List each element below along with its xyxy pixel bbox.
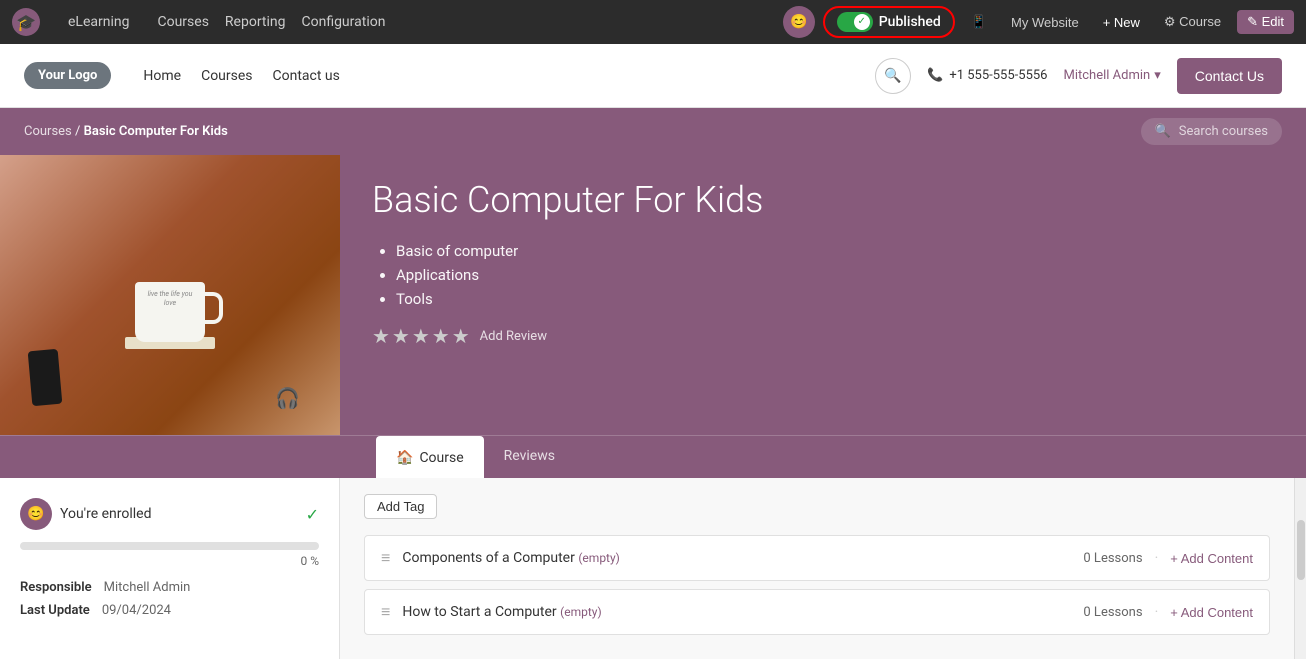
cup-text: live the life you love: [143, 290, 198, 308]
course-body: 😊 You're enrolled ✓ 0 % Responsible Mitc…: [0, 478, 1306, 659]
last-update-row: Last Update 09/04/2024: [20, 603, 319, 618]
progress-bar-bg: [20, 542, 319, 550]
site-nav: Home Courses Contact us: [143, 68, 339, 84]
last-update-label: Last Update: [20, 603, 90, 618]
nav-home[interactable]: Home: [143, 68, 181, 84]
search-placeholder: Search courses: [1179, 124, 1268, 139]
website-header: Your Logo Home Courses Contact us 🔍 📞 +1…: [0, 44, 1306, 108]
new-btn[interactable]: + New: [1095, 11, 1148, 34]
logo-text: Your Logo: [38, 68, 97, 83]
edit-btn[interactable]: ✎ Edit: [1237, 10, 1294, 34]
mobile-view-btn[interactable]: 📱: [963, 10, 995, 34]
phone-number: +1 555-555-5556: [949, 68, 1047, 83]
bullet-1: Basic of computer: [396, 242, 1274, 260]
lesson-count-2: 0 Lessons: [1083, 605, 1142, 620]
app-name[interactable]: eLearning: [56, 0, 141, 44]
admin-nav-reporting[interactable]: Reporting: [225, 14, 286, 30]
add-content-button-1[interactable]: + Add Content: [1170, 551, 1253, 566]
responsible-row: Responsible Mitchell Admin: [20, 580, 319, 595]
drag-handle-icon[interactable]: ≡: [381, 602, 390, 622]
bullet-2: Applications: [396, 266, 1274, 284]
coffee-cup: live the life you love: [135, 282, 205, 342]
app-logo-icon: 🎓: [12, 8, 40, 36]
username: Mitchell Admin: [1063, 68, 1150, 83]
table-row: ≡ Components of a Computer (empty) 0 Les…: [364, 535, 1270, 581]
check-icon: ✓: [306, 505, 319, 524]
content-area: live the life you love 🎧 Basic Computer …: [0, 155, 1306, 659]
phone-icon: 📞: [927, 68, 943, 83]
separator-2: ·: [1155, 604, 1159, 620]
dropdown-arrow: ▾: [1154, 68, 1161, 83]
admin-bar: 🎓 eLearning Courses Reporting Configurat…: [0, 0, 1306, 44]
breadcrumb-parent[interactable]: Courses: [24, 124, 72, 139]
scrollbar-thumb[interactable]: [1297, 520, 1305, 580]
admin-nav-configuration[interactable]: Configuration: [301, 14, 385, 30]
separator-1: ·: [1155, 550, 1159, 566]
main-content: live the life you love 🎧 Basic Computer …: [0, 155, 1306, 659]
published-toggle[interactable]: [837, 12, 873, 32]
scrollbar-track[interactable]: [1294, 478, 1306, 659]
search-icon: 🔍: [1155, 124, 1171, 139]
sidebar-info: Responsible Mitchell Admin Last Update 0…: [20, 580, 319, 618]
breadcrumb-separator: /: [75, 124, 84, 139]
phone-device: [28, 349, 63, 406]
course-bullets: Basic of computer Applications Tools: [372, 242, 1274, 308]
course-hero: live the life you love 🎧 Basic Computer …: [0, 155, 1306, 435]
enrolled-avatar: 😊: [20, 498, 52, 530]
add-review-link[interactable]: Add Review: [480, 329, 547, 344]
site-logo[interactable]: Your Logo: [24, 62, 111, 89]
enrolled-badge: 😊 You're enrolled ✓: [20, 498, 319, 530]
my-website-btn[interactable]: My Website: [1003, 11, 1087, 34]
lesson-count-1: 0 Lessons: [1083, 551, 1142, 566]
progress-label: 0 %: [20, 554, 319, 568]
nav-courses[interactable]: Courses: [201, 68, 252, 84]
admin-nav: Courses Reporting Configuration: [157, 14, 766, 30]
course-image: live the life you love 🎧: [0, 155, 340, 435]
published-label: Published: [879, 14, 941, 30]
table-row: ≡ How to Start a Computer (empty) 0 Less…: [364, 589, 1270, 635]
home-icon: 🏠: [396, 450, 413, 466]
star-rating: ★★★★★ Add Review: [372, 324, 1274, 348]
breadcrumb-current: Basic Computer For Kids: [84, 124, 228, 139]
course-info: Basic Computer For Kids Basic of compute…: [340, 155, 1306, 435]
course-image-inner: live the life you love 🎧: [0, 155, 340, 435]
responsible-label: Responsible: [20, 580, 92, 595]
admin-nav-courses[interactable]: Courses: [157, 14, 208, 30]
course-settings-btn[interactable]: ⚙ Course: [1156, 10, 1229, 34]
contact-us-button[interactable]: Contact Us: [1177, 58, 1282, 94]
progress-bar-container: 0 %: [20, 542, 319, 568]
mobile-icon: 📱: [971, 14, 987, 30]
breadcrumb: Courses / Basic Computer For Kids: [24, 124, 228, 139]
published-badge[interactable]: Published: [823, 6, 955, 38]
course-content-area: Add Tag ≡ Components of a Computer (empt…: [340, 478, 1294, 659]
last-update-value: 09/04/2024: [102, 603, 171, 618]
course-tabs: 🏠 Course Reviews: [0, 435, 1306, 478]
stars: ★★★★★: [372, 324, 472, 348]
content-title-1: Components of a Computer (empty): [402, 550, 1071, 566]
add-content-button-2[interactable]: + Add Content: [1170, 605, 1253, 620]
tab-reviews[interactable]: Reviews: [484, 436, 575, 478]
coffee-scene: live the life you love 🎧: [0, 155, 340, 435]
breadcrumb-bar: Courses / Basic Computer For Kids 🔍 Sear…: [0, 108, 1306, 155]
nav-contact[interactable]: Contact us: [273, 68, 340, 84]
bullet-3: Tools: [396, 290, 1274, 308]
admin-right-actions: 😊 Published 📱 My Website + New ⚙ Course …: [783, 6, 1294, 38]
search-icon: 🔍: [884, 68, 901, 84]
search-btn[interactable]: 🔍: [875, 58, 911, 94]
course-sidebar: 😊 You're enrolled ✓ 0 % Responsible Mitc…: [0, 478, 340, 659]
phone-section: 📞 +1 555-555-5556: [927, 68, 1047, 83]
tab-course[interactable]: 🏠 Course: [376, 436, 484, 479]
empty-badge-1: (empty): [578, 551, 620, 565]
course-search[interactable]: 🔍 Search courses: [1141, 118, 1282, 145]
user-avatar[interactable]: 😊: [783, 6, 815, 38]
add-tag-button[interactable]: Add Tag: [364, 494, 437, 519]
enrolled-text: You're enrolled: [60, 506, 298, 522]
headphones-icon: 🎧: [275, 386, 300, 410]
course-title: Basic Computer For Kids: [372, 179, 1274, 222]
content-title-2: How to Start a Computer (empty): [402, 604, 1071, 620]
drag-handle-icon[interactable]: ≡: [381, 548, 390, 568]
responsible-value: Mitchell Admin: [104, 580, 191, 595]
user-dropdown[interactable]: Mitchell Admin ▾: [1063, 68, 1160, 83]
